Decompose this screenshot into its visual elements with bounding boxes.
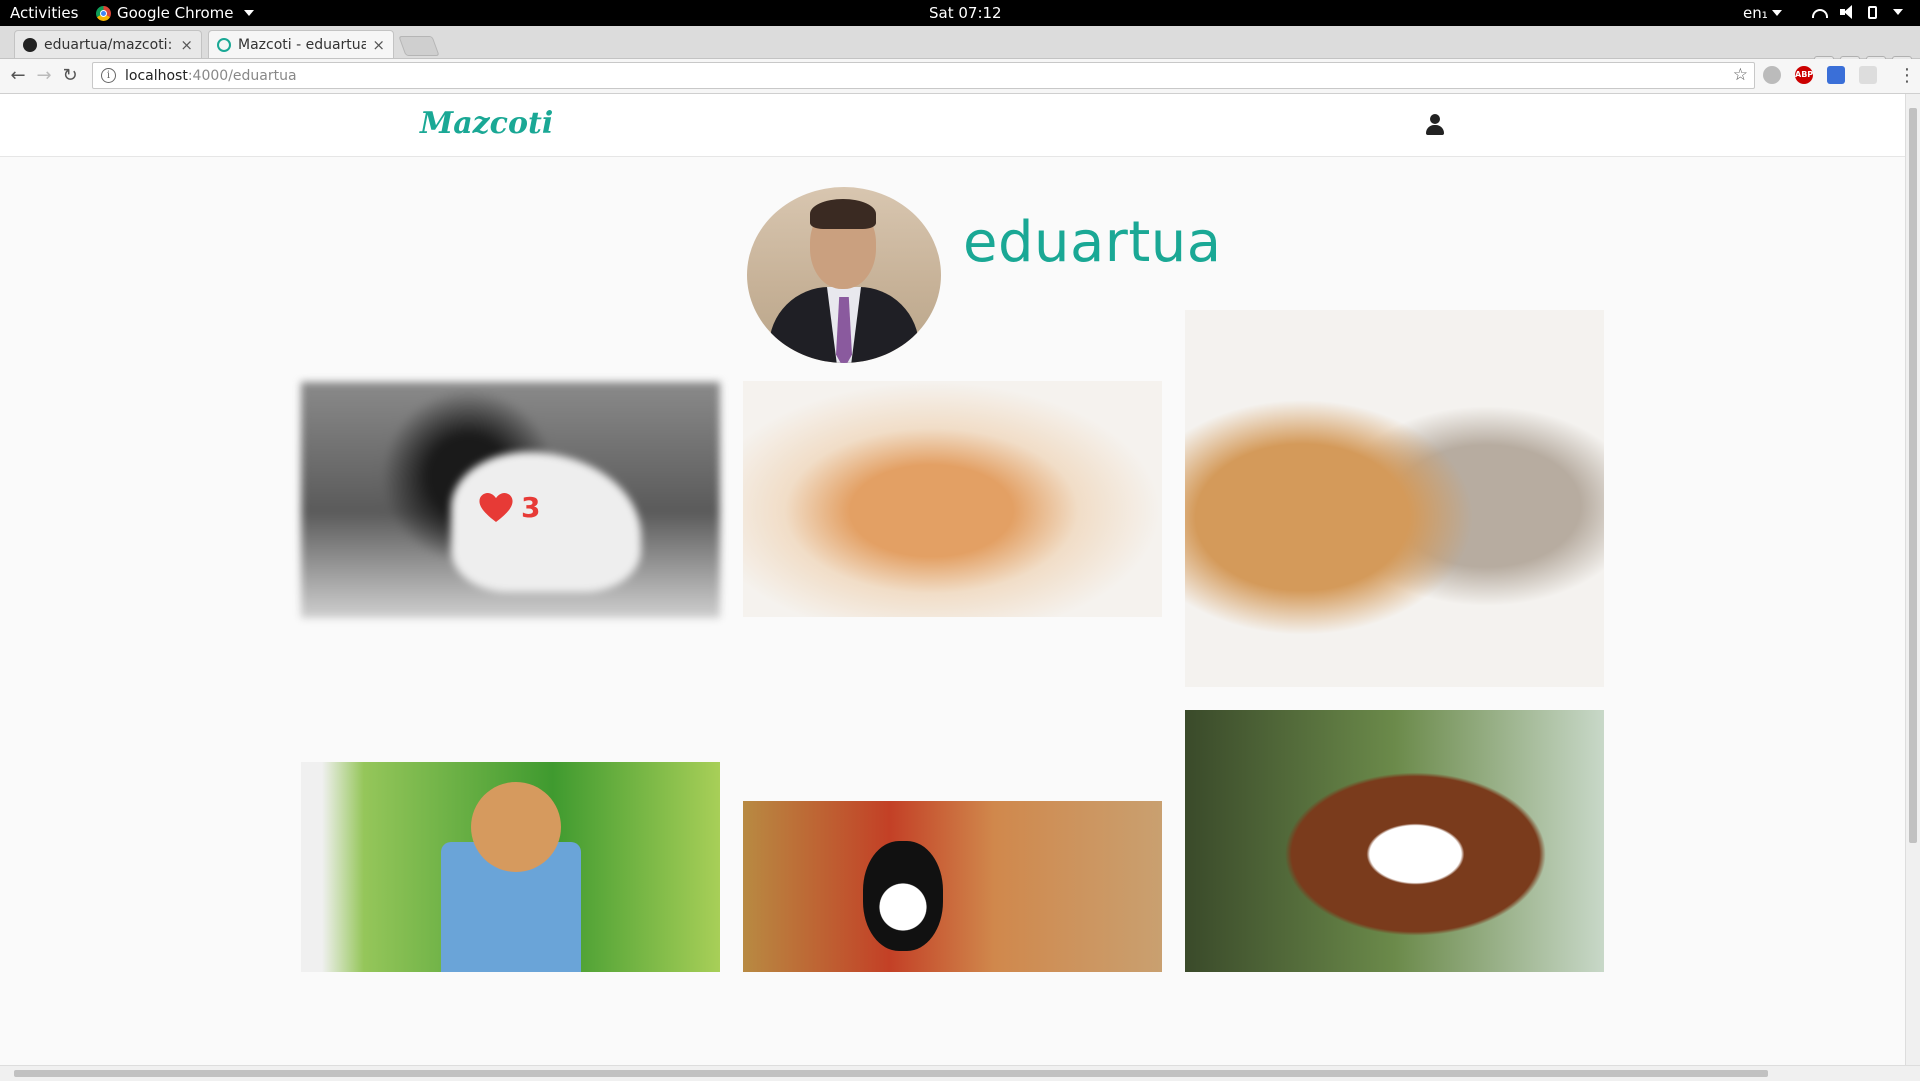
site-header: Mazcoti	[0, 94, 1905, 157]
chevron-down-icon	[243, 10, 254, 16]
vertical-scrollbar[interactable]	[1905, 94, 1920, 1065]
menu-kebab-icon[interactable]: ⋮	[1898, 65, 1916, 86]
system-status-menu[interactable]	[1812, 5, 1903, 19]
url-host: localhost	[125, 67, 188, 84]
tab-title: eduartua/mazcoti: S	[44, 36, 175, 53]
extensions: ABP	[1763, 66, 1877, 84]
photo-card[interactable]	[743, 801, 1162, 972]
chevron-down-icon	[1771, 10, 1782, 16]
forward-arrow-icon[interactable]: →	[34, 66, 54, 86]
scrollbar-thumb[interactable]	[14, 1070, 1768, 1077]
reload-icon[interactable]: ↻	[60, 66, 80, 86]
site-logo[interactable]: Mazcoti	[420, 106, 553, 141]
battery-icon	[1868, 5, 1877, 19]
like-overlay[interactable]: 3	[479, 491, 540, 524]
input-language-menu[interactable]: en₁	[1743, 4, 1782, 22]
back-arrow-icon[interactable]: ←	[8, 66, 28, 86]
new-tab-button[interactable]	[398, 36, 440, 56]
photo-card[interactable]	[1185, 710, 1604, 972]
profile-username: eduartua	[963, 210, 1222, 275]
url-path: :4000/eduartua	[187, 67, 297, 84]
close-icon[interactable]: ×	[180, 36, 193, 54]
mazcoti-favicon-icon	[217, 37, 231, 52]
photo-card[interactable]	[1185, 310, 1604, 687]
heart-icon	[479, 492, 513, 522]
tab-github[interactable]: eduartua/mazcoti: S ×	[14, 30, 202, 58]
extension-icon[interactable]	[1827, 66, 1845, 84]
photo-content	[471, 782, 561, 872]
user-icon[interactable]	[1425, 114, 1445, 136]
browser-toolbar: ← → ↻ i localhost:4000/eduartua ☆ ABP ⋮	[0, 59, 1920, 94]
photo-content	[863, 841, 943, 951]
photo-card[interactable]	[301, 762, 720, 972]
horizontal-scrollbar[interactable]	[0, 1065, 1920, 1081]
photo-card[interactable]	[743, 381, 1162, 617]
volume-icon	[1840, 5, 1856, 19]
avatar	[747, 187, 941, 363]
app-menu[interactable]: Google Chrome	[96, 4, 254, 22]
extension-icon[interactable]	[1859, 66, 1877, 84]
address-bar[interactable]: i localhost:4000/eduartua ☆	[92, 62, 1755, 89]
input-language-label: en₁	[1743, 4, 1768, 22]
close-icon[interactable]: ×	[372, 36, 385, 54]
tab-strip: eduartua/mazcoti: S × Mazcoti - eduartua…	[0, 26, 1920, 72]
clock[interactable]: Sat 07:12	[929, 4, 1002, 22]
github-icon	[23, 37, 37, 52]
wifi-icon	[1812, 9, 1828, 18]
tab-mazcoti[interactable]: Mazcoti - eduartua ×	[208, 30, 394, 58]
tab-title: Mazcoti - eduartua	[238, 36, 367, 53]
activities-button[interactable]: Activities	[10, 4, 78, 22]
chevron-down-icon	[1893, 9, 1903, 15]
like-count: 3	[521, 491, 541, 524]
extension-icon[interactable]	[1763, 66, 1781, 84]
adblock-icon[interactable]: ABP	[1795, 66, 1813, 84]
bookmark-star-icon[interactable]: ☆	[1733, 65, 1748, 85]
avatar-hair	[810, 199, 876, 229]
info-icon[interactable]: i	[101, 68, 116, 83]
scrollbar-thumb[interactable]	[1909, 108, 1917, 843]
system-top-bar: Activities Google Chrome Sat 07:12 en₁	[0, 0, 1920, 26]
app-menu-label: Google Chrome	[117, 4, 234, 22]
chrome-icon	[96, 5, 111, 21]
